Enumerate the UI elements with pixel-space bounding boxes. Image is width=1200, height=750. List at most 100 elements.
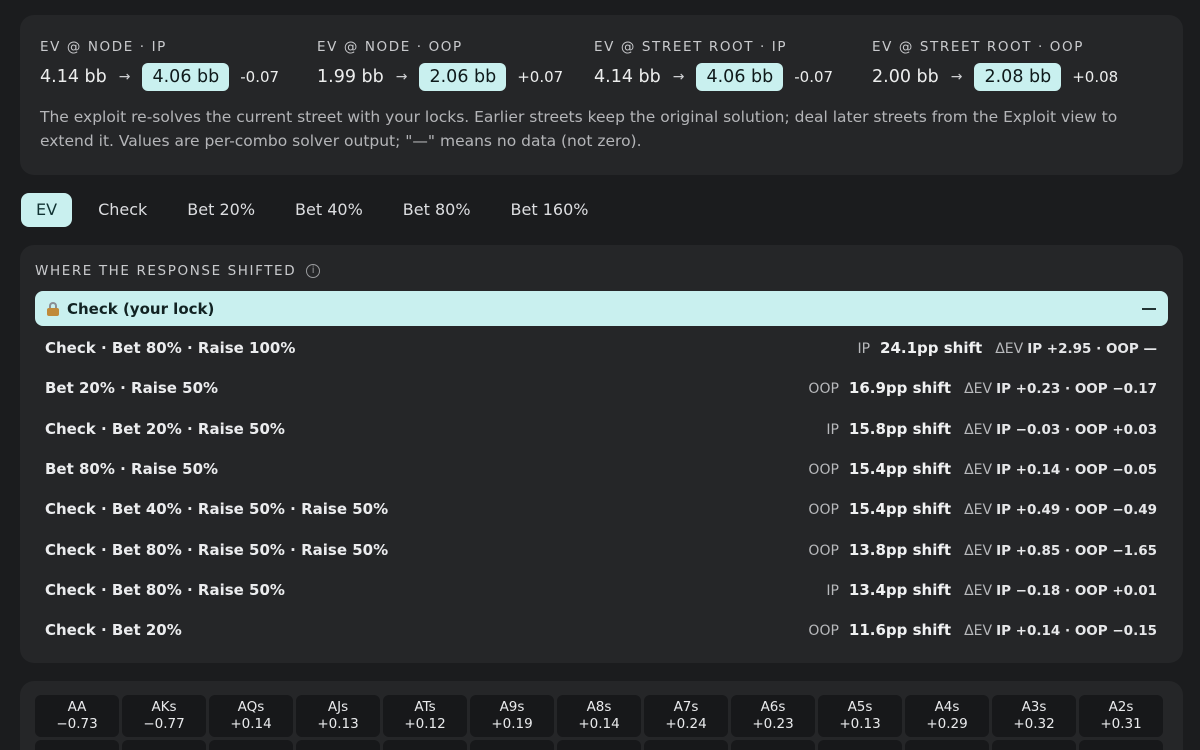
hand-cell-aa[interactable]: AA −0.73 bbox=[35, 695, 119, 737]
hand-cell-aks[interactable]: AKs −0.77 bbox=[122, 695, 206, 737]
ev-new-value: 4.06 bb bbox=[696, 63, 784, 91]
hand-cell-a4s[interactable]: A4s +0.29 bbox=[905, 695, 989, 737]
delta-ev-values: IP +0.14 · OOP −0.05 bbox=[996, 462, 1157, 479]
position-tag: OOP bbox=[808, 502, 839, 519]
hand-cell-a2s[interactable]: A2s +0.31 bbox=[1079, 695, 1163, 737]
delta-ev-label: ΔEV bbox=[964, 421, 993, 438]
hand-ev: +0.24 bbox=[665, 716, 707, 732]
ev-street-root-oop: EV @ STREET ROOT · OOP 2.00 bb → 2.08 bb… bbox=[872, 39, 1118, 91]
hand-cell[interactable] bbox=[731, 740, 815, 750]
hand-cell-a9s[interactable]: A9s +0.19 bbox=[470, 695, 554, 737]
hand-cell[interactable] bbox=[644, 740, 728, 750]
hand-cell-aqs[interactable]: AQs +0.14 bbox=[209, 695, 293, 737]
action-line: Check · Bet 80% · Raise 50% bbox=[45, 580, 285, 599]
action-line: Check · Bet 20% · Raise 50% bbox=[45, 419, 285, 438]
hand-label: AKs bbox=[151, 699, 177, 715]
list-item[interactable]: Bet 20% · Raise 50% OOP 16.9pp shift ΔEV… bbox=[20, 368, 1183, 408]
hand-cell[interactable] bbox=[383, 740, 467, 750]
hand-cell[interactable] bbox=[557, 740, 641, 750]
delta-ev-label: ΔEV bbox=[964, 381, 993, 398]
ev-old-value: 4.14 bb bbox=[594, 67, 661, 87]
hand-label: A6s bbox=[760, 699, 786, 715]
locked-action-row[interactable]: Check (your lock) bbox=[35, 291, 1168, 326]
hand-cell-a8s[interactable]: A8s +0.14 bbox=[557, 695, 641, 737]
hand-cell[interactable] bbox=[470, 740, 554, 750]
ev-label: EV @ NODE · IP bbox=[40, 39, 167, 55]
hand-cell[interactable] bbox=[35, 740, 119, 750]
position-tag: OOP bbox=[808, 381, 839, 398]
tab-bet-80[interactable]: Bet 80% bbox=[383, 193, 491, 227]
hand-cell-ajs[interactable]: AJs +0.13 bbox=[296, 695, 380, 737]
action-line: Check · Bet 80% · Raise 100% bbox=[45, 339, 296, 358]
action-tabs: EV Check Bet 20% Bet 40% Bet 80% Bet 160… bbox=[21, 193, 608, 227]
list-item[interactable]: Check · Bet 80% · Raise 50% · Raise 50% … bbox=[20, 529, 1183, 569]
delta-ev-label: ΔEV bbox=[964, 542, 993, 559]
hand-cell[interactable] bbox=[209, 740, 293, 750]
section-heading: WHERE THE RESPONSE SHIFTED i bbox=[35, 263, 321, 279]
shift-amount: 16.9pp shift bbox=[848, 379, 952, 398]
ev-street-root-ip: EV @ STREET ROOT · IP 4.14 bb → 4.06 bb … bbox=[594, 39, 833, 91]
list-item[interactable]: Check · Bet 40% · Raise 50% · Raise 50% … bbox=[20, 489, 1183, 529]
collapse-icon[interactable] bbox=[1142, 307, 1156, 310]
hand-cell-a7s[interactable]: A7s +0.24 bbox=[644, 695, 728, 737]
hand-cell[interactable] bbox=[122, 740, 206, 750]
tab-check[interactable]: Check bbox=[78, 193, 167, 227]
ev-delta: -0.07 bbox=[240, 68, 280, 86]
hand-cell-ats[interactable]: ATs +0.12 bbox=[383, 695, 467, 737]
delta-ev-label: ΔEV bbox=[964, 502, 993, 519]
hand-cell[interactable] bbox=[992, 740, 1076, 750]
delta-ev-values: IP +0.85 · OOP −1.65 bbox=[996, 542, 1157, 559]
tab-bet-40[interactable]: Bet 40% bbox=[275, 193, 383, 227]
hand-cell[interactable] bbox=[818, 740, 902, 750]
delta-ev-values: IP +0.23 · OOP −0.17 bbox=[996, 381, 1157, 398]
list-item[interactable]: Bet 80% · Raise 50% OOP 15.4pp shift ΔEV… bbox=[20, 449, 1183, 489]
delta-ev-values: IP −0.18 · OOP +0.01 bbox=[996, 582, 1157, 599]
ev-new-value: 2.06 bb bbox=[419, 63, 507, 91]
delta-ev-values: IP +2.95 · OOP — bbox=[1027, 341, 1157, 358]
ev-label: EV @ STREET ROOT · IP bbox=[594, 39, 788, 55]
hand-label: ATs bbox=[414, 699, 436, 715]
hand-label: A2s bbox=[1108, 699, 1134, 715]
position-tag: OOP bbox=[808, 462, 839, 479]
info-icon[interactable]: i bbox=[306, 264, 321, 278]
shift-amount: 13.4pp shift bbox=[848, 580, 952, 599]
hand-grid-next-row bbox=[35, 740, 1166, 750]
position-tag: IP bbox=[826, 421, 839, 438]
arrow-right-icon: → bbox=[672, 69, 685, 85]
hand-cell[interactable] bbox=[905, 740, 989, 750]
list-item[interactable]: Check · Bet 20% OOP 11.6pp shift ΔEV IP … bbox=[20, 610, 1183, 650]
ev-node-oop: EV @ NODE · OOP 1.99 bb → 2.06 bb +0.07 bbox=[317, 39, 563, 91]
hand-ev: +0.14 bbox=[230, 716, 272, 732]
hand-ev: +0.29 bbox=[926, 716, 968, 732]
shift-amount: 24.1pp shift bbox=[880, 339, 983, 358]
hand-ev: +0.19 bbox=[491, 716, 533, 732]
response-shift-panel: WHERE THE RESPONSE SHIFTED i Check (your… bbox=[20, 245, 1183, 663]
hand-cell-a5s[interactable]: A5s +0.13 bbox=[818, 695, 902, 737]
action-line: Bet 20% · Raise 50% bbox=[45, 379, 219, 398]
position-tag: OOP bbox=[808, 542, 839, 559]
tab-bet-20[interactable]: Bet 20% bbox=[167, 193, 275, 227]
hand-label: A4s bbox=[934, 699, 960, 715]
hand-label: A5s bbox=[847, 699, 873, 715]
hand-cell-a3s[interactable]: A3s +0.32 bbox=[992, 695, 1076, 737]
delta-ev-label: ΔEV bbox=[964, 582, 993, 599]
delta-ev-values: IP +0.14 · OOP −0.15 bbox=[996, 623, 1157, 640]
hand-cell-a6s[interactable]: A6s +0.23 bbox=[731, 695, 815, 737]
hand-cell[interactable] bbox=[1079, 740, 1163, 750]
ev-delta: +0.08 bbox=[1072, 68, 1119, 86]
ev-new-value: 2.08 bb bbox=[974, 63, 1062, 91]
list-item[interactable]: Check · Bet 80% · Raise 100% IP 24.1pp s… bbox=[20, 328, 1183, 368]
tab-bet-160[interactable]: Bet 160% bbox=[491, 193, 609, 227]
delta-ev-label: ΔEV bbox=[995, 341, 1024, 358]
list-item[interactable]: Check · Bet 80% · Raise 50% IP 13.4pp sh… bbox=[20, 570, 1183, 610]
tab-ev[interactable]: EV bbox=[21, 193, 73, 227]
hand-cell[interactable] bbox=[296, 740, 380, 750]
ev-delta: +0.07 bbox=[517, 68, 564, 86]
locked-action-label: Check (your lock) bbox=[67, 299, 215, 318]
hand-ev: +0.32 bbox=[1013, 716, 1055, 732]
shift-amount: 15.4pp shift bbox=[848, 500, 952, 519]
lock-icon bbox=[47, 301, 59, 316]
ev-old-value: 2.00 bb bbox=[872, 67, 939, 87]
list-item[interactable]: Check · Bet 20% · Raise 50% IP 15.8pp sh… bbox=[20, 409, 1183, 449]
hand-label: AJs bbox=[327, 699, 349, 715]
